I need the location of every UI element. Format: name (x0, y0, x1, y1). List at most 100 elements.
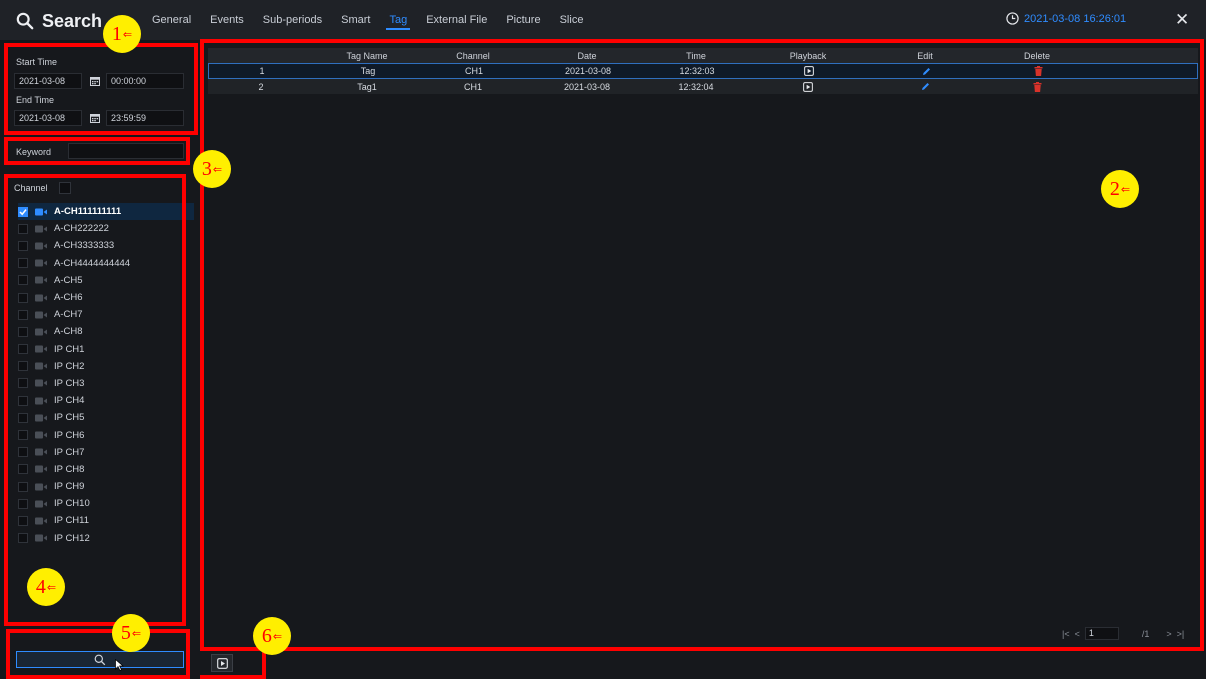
channel-name: A-CH8 (54, 326, 83, 338)
channel-checkbox[interactable] (18, 206, 28, 217)
start-time-field[interactable]: 00:00:00 (106, 73, 184, 89)
channel-item[interactable]: A-CH6 (18, 289, 194, 306)
channel-checkbox[interactable] (18, 344, 28, 355)
channel-item[interactable]: IP CH1 (18, 341, 194, 358)
cell-date: 2021-03-08 (563, 81, 611, 92)
camera-icon (35, 500, 47, 508)
tab-tag[interactable]: Tag (386, 2, 410, 38)
channel-checkbox[interactable] (18, 481, 28, 492)
column-header: Tag Name (346, 50, 388, 61)
search-button[interactable] (16, 651, 184, 671)
camera-icon (35, 483, 47, 491)
next-page-icon[interactable]: > (1166, 629, 1171, 639)
channel-item[interactable]: IP CH2 (18, 358, 194, 375)
playback-button[interactable] (211, 654, 233, 672)
page-number-input[interactable]: 1 (1084, 627, 1119, 640)
play-icon[interactable] (744, 81, 872, 92)
play-icon[interactable] (745, 66, 873, 76)
end-time-field[interactable]: 23:59:59 (106, 110, 184, 126)
camera-icon (35, 362, 47, 370)
close-icon[interactable]: ✕ (1175, 10, 1189, 30)
first-page-icon[interactable]: |< (1062, 629, 1070, 639)
camera-icon (35, 328, 47, 336)
tab-picture[interactable]: Picture (506, 2, 540, 38)
channel-checkbox[interactable] (18, 292, 28, 303)
channel-name: A-CH6 (54, 292, 83, 304)
channel-item[interactable]: A-CH7 (18, 306, 194, 323)
edit-icon[interactable] (873, 67, 979, 76)
channel-checkbox[interactable] (18, 275, 28, 286)
channel-checkbox[interactable] (18, 309, 28, 320)
channel-checkbox[interactable] (18, 447, 28, 458)
channel-checkbox[interactable] (18, 515, 28, 526)
channel-item[interactable]: IP CH10 (18, 495, 194, 512)
channel-item[interactable]: A-CH8 (18, 323, 194, 340)
tab-general[interactable]: General (152, 2, 191, 38)
prev-page-icon[interactable]: < (1075, 629, 1080, 639)
tab-sub-periods[interactable]: Sub-periods (263, 2, 322, 38)
channel-name: A-CH4444444444 (54, 257, 131, 269)
keyword-input[interactable] (68, 143, 184, 159)
cell-tag: Tag (360, 66, 376, 76)
channel-item[interactable]: A-CH3333333 (18, 237, 194, 254)
channel-item[interactable]: IP CH12 (18, 530, 194, 547)
channel-item[interactable]: IP CH4 (18, 392, 194, 409)
channel-checkbox[interactable] (18, 412, 28, 423)
select-all-channels-checkbox[interactable] (59, 182, 71, 194)
channel-checkbox[interactable] (18, 378, 28, 389)
camera-icon (35, 534, 47, 542)
cell-date: 2021-03-08 (564, 66, 612, 76)
last-page-icon[interactable]: >| (1177, 629, 1185, 639)
channel-item[interactable]: IP CH7 (18, 444, 194, 461)
tab-events[interactable]: Events (210, 2, 244, 38)
channel-item[interactable]: IP CH8 (18, 461, 194, 478)
clock-icon (1006, 12, 1019, 25)
end-date-field[interactable]: 2021-03-08 (14, 110, 82, 126)
channel-item[interactable]: A-CH4444444444 (18, 255, 194, 272)
channel-item[interactable]: A-CH222222 (18, 220, 194, 237)
channel-item[interactable]: IP CH3 (18, 375, 194, 392)
channel-item[interactable]: IP CH6 (18, 426, 194, 443)
top-bar: Search General Events Sub-periods Smart Tag E… (0, 0, 1206, 40)
tab-external-file[interactable]: External File (426, 2, 487, 38)
cell-channel: CH1 (463, 81, 482, 92)
channel-name: IP CH9 (54, 481, 85, 493)
table-row[interactable]: 1 Tag CH1 2021-03-08 12:32:03 (208, 63, 1198, 79)
channel-item[interactable]: IP CH9 (18, 478, 194, 495)
start-date-field[interactable]: 2021-03-08 (14, 73, 82, 89)
calendar-icon[interactable] (90, 113, 100, 123)
channel-checkbox[interactable] (18, 430, 28, 441)
channel-item[interactable]: IP CH5 (18, 409, 194, 426)
channel-name: IP CH2 (54, 360, 85, 372)
edit-icon[interactable] (872, 82, 978, 91)
cell-no: 1 (259, 66, 265, 76)
table-row[interactable]: 2 Tag1 CH1 2021-03-08 12:32:04 (208, 79, 1198, 94)
annotation-marker-3: 3 ⇐ (193, 150, 231, 188)
pagination: |< < 1 /1 > >| (1062, 627, 1184, 640)
search-icon (94, 654, 106, 665)
channel-checkbox[interactable] (18, 258, 28, 269)
channel-checkbox[interactable] (18, 533, 28, 544)
tab-slice[interactable]: Slice (560, 2, 584, 38)
channel-checkbox[interactable] (18, 361, 28, 372)
channel-item[interactable]: IP CH11 (18, 512, 194, 529)
cell-channel: CH1 (464, 66, 483, 76)
channel-checkbox[interactable] (18, 395, 28, 406)
channel-checkbox[interactable] (18, 464, 28, 475)
play-icon (216, 657, 228, 669)
trash-icon[interactable] (979, 66, 1097, 76)
title-text: Search (42, 10, 103, 31)
page-total: /1 (1141, 628, 1150, 639)
channel-checkbox[interactable] (18, 223, 28, 234)
channel-item[interactable]: A-CH5 (18, 272, 194, 289)
calendar-icon[interactable] (90, 76, 100, 86)
channel-checkbox[interactable] (18, 326, 28, 337)
channel-item[interactable]: A-CH111111111 (18, 203, 194, 221)
tab-smart[interactable]: Smart (341, 2, 370, 38)
annotation-marker-6: 6 ⇐ (253, 617, 291, 655)
channel-checkbox[interactable] (18, 240, 28, 251)
channel-checkbox[interactable] (18, 498, 28, 509)
camera-icon (35, 448, 47, 456)
trash-icon[interactable] (978, 81, 1096, 92)
channel-name: IP CH11 (54, 515, 90, 527)
